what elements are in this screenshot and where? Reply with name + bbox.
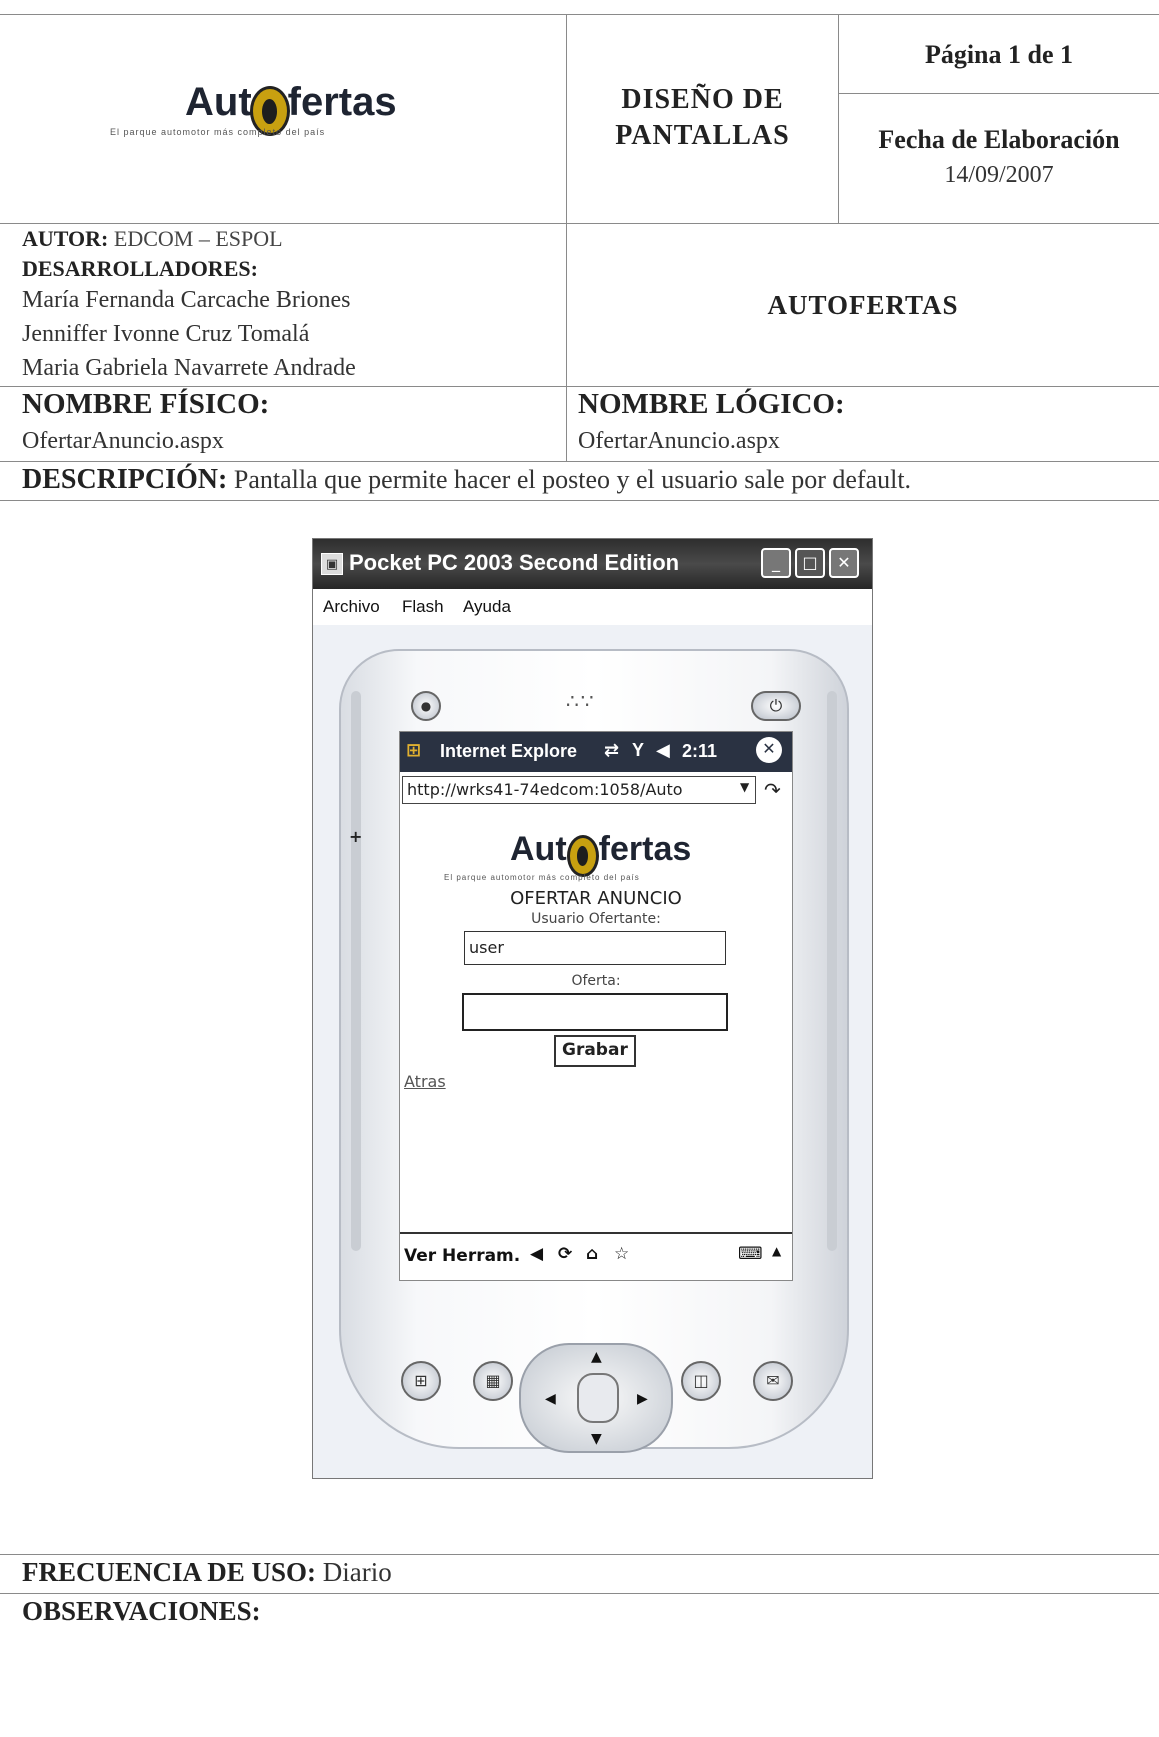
description-text: Pantalla que permite hacer el posteo y e… — [233, 465, 912, 494]
table-line-header-bottom — [0, 223, 1159, 224]
menu-flash[interactable]: Flash — [402, 597, 444, 617]
address-dropdown-icon[interactable]: ▼ — [740, 780, 749, 794]
connectivity-icon: ⇄ — [604, 740, 620, 760]
start-hw-button-icon[interactable]: ⊞ — [401, 1361, 441, 1401]
windows-flag-icon: ⊞ — [406, 740, 422, 760]
page-tire-logo-icon — [566, 835, 599, 878]
emulator-app-icon: ▣ — [321, 553, 343, 575]
observations-label: OBSERVACIONES: — [22, 1596, 261, 1626]
view-tools-menu[interactable]: Ver Herram. — [404, 1246, 520, 1266]
table-line-names-bottom — [0, 461, 1159, 462]
home-icon[interactable]: ⌂ — [586, 1244, 598, 1264]
ie-close-icon[interactable]: ✕ — [756, 737, 782, 763]
doc-title-line1: DISEÑO DE — [621, 84, 784, 115]
usage-frequency-value: Diario — [322, 1557, 392, 1587]
keyboard-icon[interactable]: ⌨ — [738, 1244, 763, 1264]
refresh-icon[interactable]: ⟳ — [558, 1244, 572, 1264]
table-line-authors-bottom — [0, 386, 1159, 387]
close-icon[interactable]: ✕ — [829, 548, 859, 578]
dpad-center-button[interactable] — [577, 1373, 619, 1423]
user-input[interactable]: user — [464, 931, 726, 965]
usage-frequency-label: FRECUENCIA DE USO: — [22, 1557, 317, 1587]
dpad-left-icon[interactable]: ◀ — [545, 1391, 556, 1407]
window-title-bar: ▣ Pocket PC 2003 Second Edition _ □ ✕ — [313, 539, 872, 589]
developer-3: Maria Gabriela Navarrete Andrade — [22, 355, 356, 381]
directional-pad[interactable]: ▲ ▼ ◀ ▶ — [519, 1343, 673, 1453]
logical-name-label: NOMBRE LÓGICO: — [578, 388, 845, 420]
ie-title: Internet Explore — [440, 741, 578, 761]
page-logo-suffix: fertas — [598, 830, 692, 868]
description-label: DESCRIPCIÓN: — [22, 464, 228, 495]
minimize-icon[interactable]: _ — [761, 548, 791, 578]
menu-archivo[interactable]: Archivo — [323, 597, 380, 617]
doc-title-line2: PANTALLAS — [615, 120, 790, 151]
logo-text-suffix: fertas — [287, 80, 397, 124]
page-logo-prefix: Aut — [510, 830, 567, 868]
page-logo: Aut fertas — [510, 830, 692, 878]
author-label: AUTOR: — [22, 226, 109, 251]
device-left-rail — [351, 691, 361, 1251]
table-line-image-bottom — [0, 1554, 1159, 1555]
dpad-up-icon[interactable]: ▲ — [591, 1349, 602, 1365]
developer-2: Jenniffer Ivonne Cruz Tomalá — [22, 321, 310, 347]
usage-frequency: FRECUENCIA DE USO: Diario — [22, 1557, 392, 1588]
logo-text-prefix: Aut — [185, 80, 252, 124]
back-link[interactable]: Atras — [404, 1072, 446, 1091]
author-value: EDCOM – ESPOL — [113, 226, 283, 251]
dpad-right-icon[interactable]: ▶ — [637, 1391, 648, 1407]
calendar-hw-button-icon[interactable]: ▦ — [473, 1361, 513, 1401]
sip-arrow-icon[interactable]: ▲ — [772, 1244, 781, 1258]
address-bar[interactable]: http://wrks41-74edcom:1058/Auto — [402, 776, 756, 804]
menu-ayuda[interactable]: Ayuda — [463, 597, 511, 617]
table-line-page — [838, 93, 1159, 94]
power-button-icon[interactable]: ⏻ — [751, 691, 801, 721]
author-line: AUTOR: EDCOM – ESPOL — [22, 226, 283, 252]
dpad-down-icon[interactable]: ▼ — [591, 1431, 602, 1447]
clock: 2:11 — [682, 741, 718, 761]
favorites-icon[interactable]: ☆ — [614, 1244, 629, 1264]
date-label: Fecha de Elaboración — [878, 125, 1120, 154]
physical-name-value: OfertarAnuncio.aspx — [22, 428, 224, 454]
table-line-freq-bottom — [0, 1593, 1159, 1594]
logo-tagline: El parque automotor más completo del paí… — [110, 127, 326, 137]
date-value: 14/09/2007 — [944, 162, 1054, 188]
go-arrow-icon[interactable]: ↷ — [764, 778, 781, 802]
developer-1: María Fernanda Carcache Briones — [22, 287, 351, 313]
side-zoom-control-icon: + — [349, 827, 363, 846]
mail-hw-button-icon[interactable]: ✉ — [753, 1361, 793, 1401]
page-number: Página 1 de 1 — [924, 40, 1074, 69]
offer-input[interactable] — [462, 993, 728, 1031]
window-title: Pocket PC 2003 Second Edition — [349, 550, 680, 575]
table-line-desc-bottom — [0, 500, 1159, 501]
back-arrow-icon[interactable]: ◀ — [530, 1244, 543, 1264]
user-label: Usuario Ofertante: — [531, 911, 661, 927]
page-heading: OFERTAR ANUNCIO — [510, 888, 682, 909]
offer-label: Oferta: — [571, 973, 621, 989]
ie-title-bar: ⊞ Internet Explore ⇄ Y ◀ 2:11 ✕ — [400, 732, 792, 772]
ie-bottom-toolbar: Ver Herram. ◀ ⟳ ⌂ ☆ ⌨ ▲ — [400, 1232, 792, 1280]
logical-name-value: OfertarAnuncio.aspx — [578, 428, 780, 454]
developers-label: DESARROLLADORES: — [22, 256, 258, 281]
physical-name-label: NOMBRE FÍSICO: — [22, 388, 270, 420]
device-right-rail — [827, 691, 837, 1251]
description: DESCRIPCIÓN: Pantalla que permite hacer … — [22, 464, 911, 496]
project-name: AUTOFERTAS — [767, 290, 959, 320]
volume-icon: ◀ — [656, 740, 670, 760]
save-button[interactable]: Grabar — [554, 1035, 636, 1067]
pda-screen: ⊞ Internet Explore ⇄ Y ◀ 2:11 ✕ http://w… — [399, 731, 793, 1281]
emulator-window: ▣ Pocket PC 2003 Second Edition _ □ ✕ Ar… — [312, 538, 873, 1479]
table-vline-header-1 — [566, 14, 567, 223]
pocket-pc-device: + ● ∴∵ ⏻ ⊞ Internet Explore ⇄ Y ◀ 2:11 ✕… — [339, 649, 849, 1453]
signal-icon: Y — [632, 740, 645, 760]
table-top-line — [0, 14, 1159, 15]
table-vline-authors — [566, 223, 567, 461]
contacts-hw-button-icon[interactable]: ◫ — [681, 1361, 721, 1401]
page-logo-tagline: El parque automotor más completo del paí… — [444, 873, 640, 882]
speaker-icon: ∴∵ — [566, 689, 596, 713]
maximize-icon[interactable]: □ — [795, 548, 825, 578]
record-button-icon[interactable]: ● — [411, 691, 441, 721]
emulator-menubar: Archivo Flash Ayuda — [313, 589, 872, 625]
